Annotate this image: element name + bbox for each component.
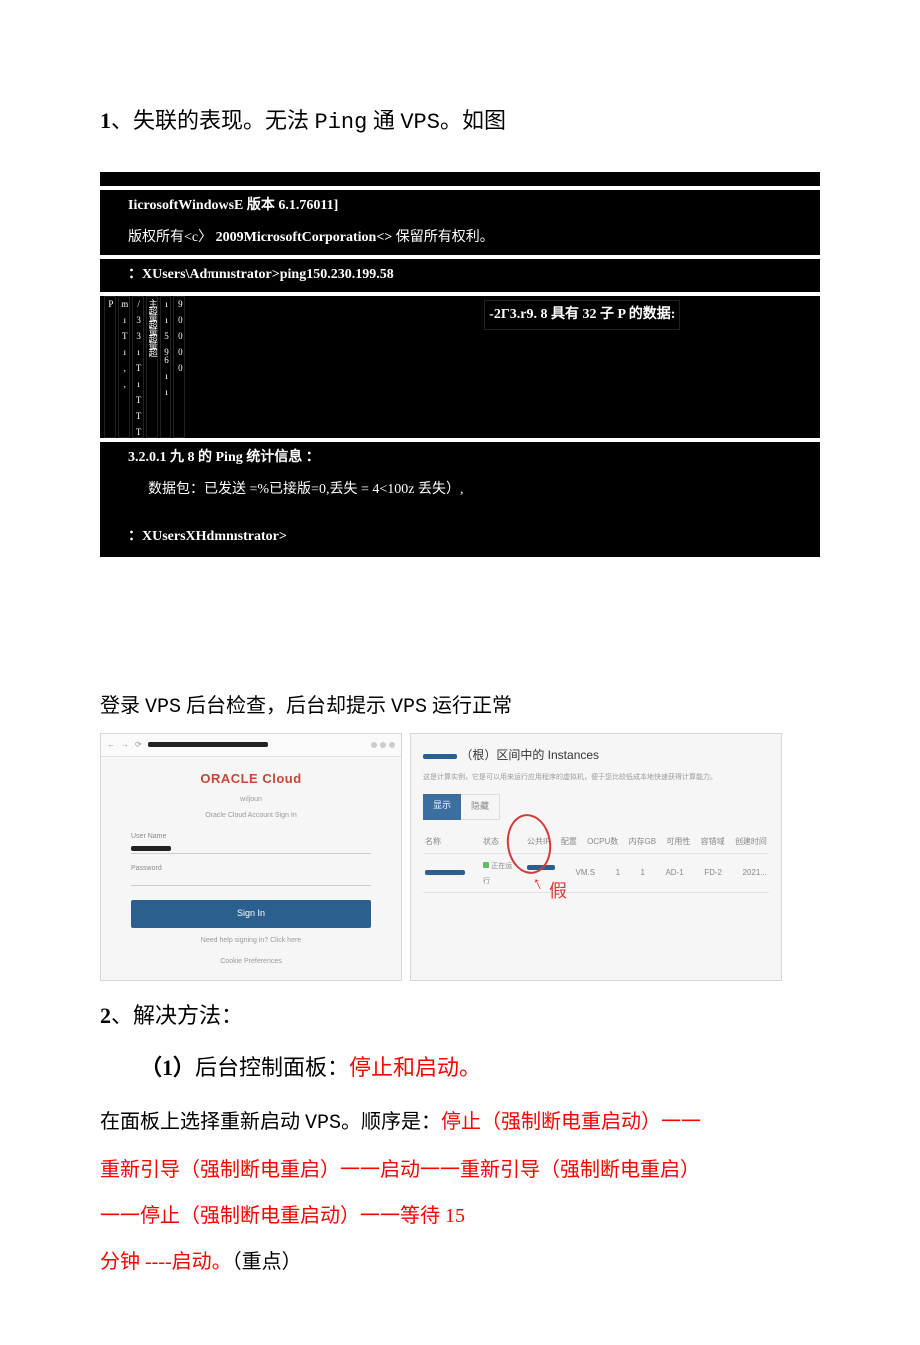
instances-screenshot: （根）区间中的 Instances 这是计算实例，它是可以用来运行应用程序的虚拟…: [410, 733, 782, 981]
url-redacted: [148, 742, 268, 747]
solution-paragraph: 在面板上选择重新启动 VPS。顺序是：停止（强制断电重启动）一一 重新引导（强制…: [100, 1099, 820, 1285]
section-2-number: 2: [100, 1003, 111, 1028]
mid-paragraph: 登录 VPS 后台检查，后台却提示 VPS 运行正常: [100, 687, 820, 727]
oracle-tenant: wıljoun: [121, 793, 381, 806]
section-1-heading: 1、失联的表现。无法 Ping 通 VPS。如图: [100, 100, 820, 144]
status-running-icon: [483, 862, 489, 868]
table-row[interactable]: 正在运行 VM.S 1 1 AD-1 FD-2 2021...: [423, 854, 769, 894]
section-2-heading: 2、解决方法：: [100, 995, 820, 1037]
region-redacted: [423, 754, 457, 759]
table-header: 名称 状态 公共IP 配置 OCPU数 内存GB 可用性 容错域 创建时间: [423, 830, 769, 854]
password-field[interactable]: Password: [131, 862, 371, 886]
instances-title: （根）区间中的 Instances: [423, 744, 769, 767]
section-2-sub-heading: （1）后台控制面板：停止和启动。: [100, 1047, 820, 1089]
tab-show[interactable]: 显示: [423, 794, 461, 819]
instance-name-redacted: [425, 870, 465, 875]
instances-table: 名称 状态 公共IP 配置 OCPU数 内存GB 可用性 容错域 创建时间: [423, 830, 769, 894]
terminal-ping-header: -2Γ3.r9. 8 具有 32 子 P 的数据:: [484, 300, 680, 331]
screenshot-row: ←→⟳ ORACLE Cloud wıljoun Oracle Cloud Ac…: [100, 733, 820, 981]
cmd-terminal-screenshot: IicrosoftWindowsE 版本 6.1.76011] 版权所有<c〉 …: [100, 172, 820, 558]
oracle-logo: ORACLE Cloud: [121, 767, 381, 792]
browser-bar: ←→⟳: [101, 734, 401, 756]
instances-tabs: 显示 隐藏: [423, 794, 769, 819]
help-link[interactable]: Need help signing in? Click here: [121, 934, 381, 947]
terminal-prompt: ：XUsersXHdmnıstrator>: [100, 521, 820, 554]
username-redacted: [131, 846, 171, 851]
terminal-version-line: IicrosoftWindowsE 版本 6.1.76011]: [100, 190, 820, 223]
terminal-ping-output: P m ı T ı , , / 3 3 ı T ı T T T 主超量超量超量超…: [100, 296, 820, 438]
terminal-stats-heading: 3.2.0.1 九 8 的 Ping 统计信息 ：: [100, 442, 820, 475]
username-field[interactable]: User Name: [131, 830, 371, 854]
cookie-link[interactable]: Cookie Preferences: [121, 955, 381, 968]
oracle-login-screenshot: ←→⟳ ORACLE Cloud wıljoun Oracle Cloud Ac…: [100, 733, 402, 981]
tab-hide[interactable]: 隐藏: [461, 794, 500, 819]
signin-button[interactable]: Sign In: [131, 900, 371, 927]
terminal-copyright-line: 版权所有<c〉 2009MicrosoftCorporation<> 保留所有权…: [100, 222, 820, 255]
section-1-number: 1: [100, 108, 111, 133]
oracle-subtitle: Oracle Cloud Account Sign In: [121, 809, 381, 822]
instances-subtitle: 这是计算实例，它是可以用来运行应用程序的虚拟机，便于您比较低成本地快速获得计算能…: [423, 771, 769, 784]
hand-annotation-fake: 假: [549, 874, 567, 908]
terminal-ping-command: ：XUsers\Adπınıstrator>ping150.230.199.58: [100, 259, 820, 292]
terminal-stats-line: 数据包：已发送 =%已接版=0,丢失 = 4<100z 丢失）,: [100, 474, 820, 507]
instance-state: 正在运行: [483, 858, 519, 889]
